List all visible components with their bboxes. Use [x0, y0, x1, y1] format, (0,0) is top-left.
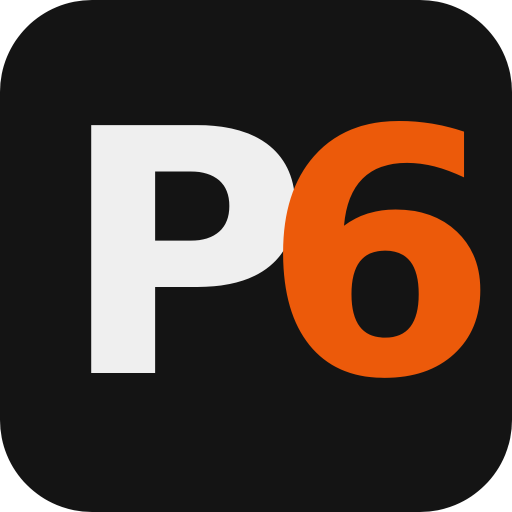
app-icon: P 6	[0, 0, 512, 512]
logo-digit-6: 6	[262, 58, 499, 454]
